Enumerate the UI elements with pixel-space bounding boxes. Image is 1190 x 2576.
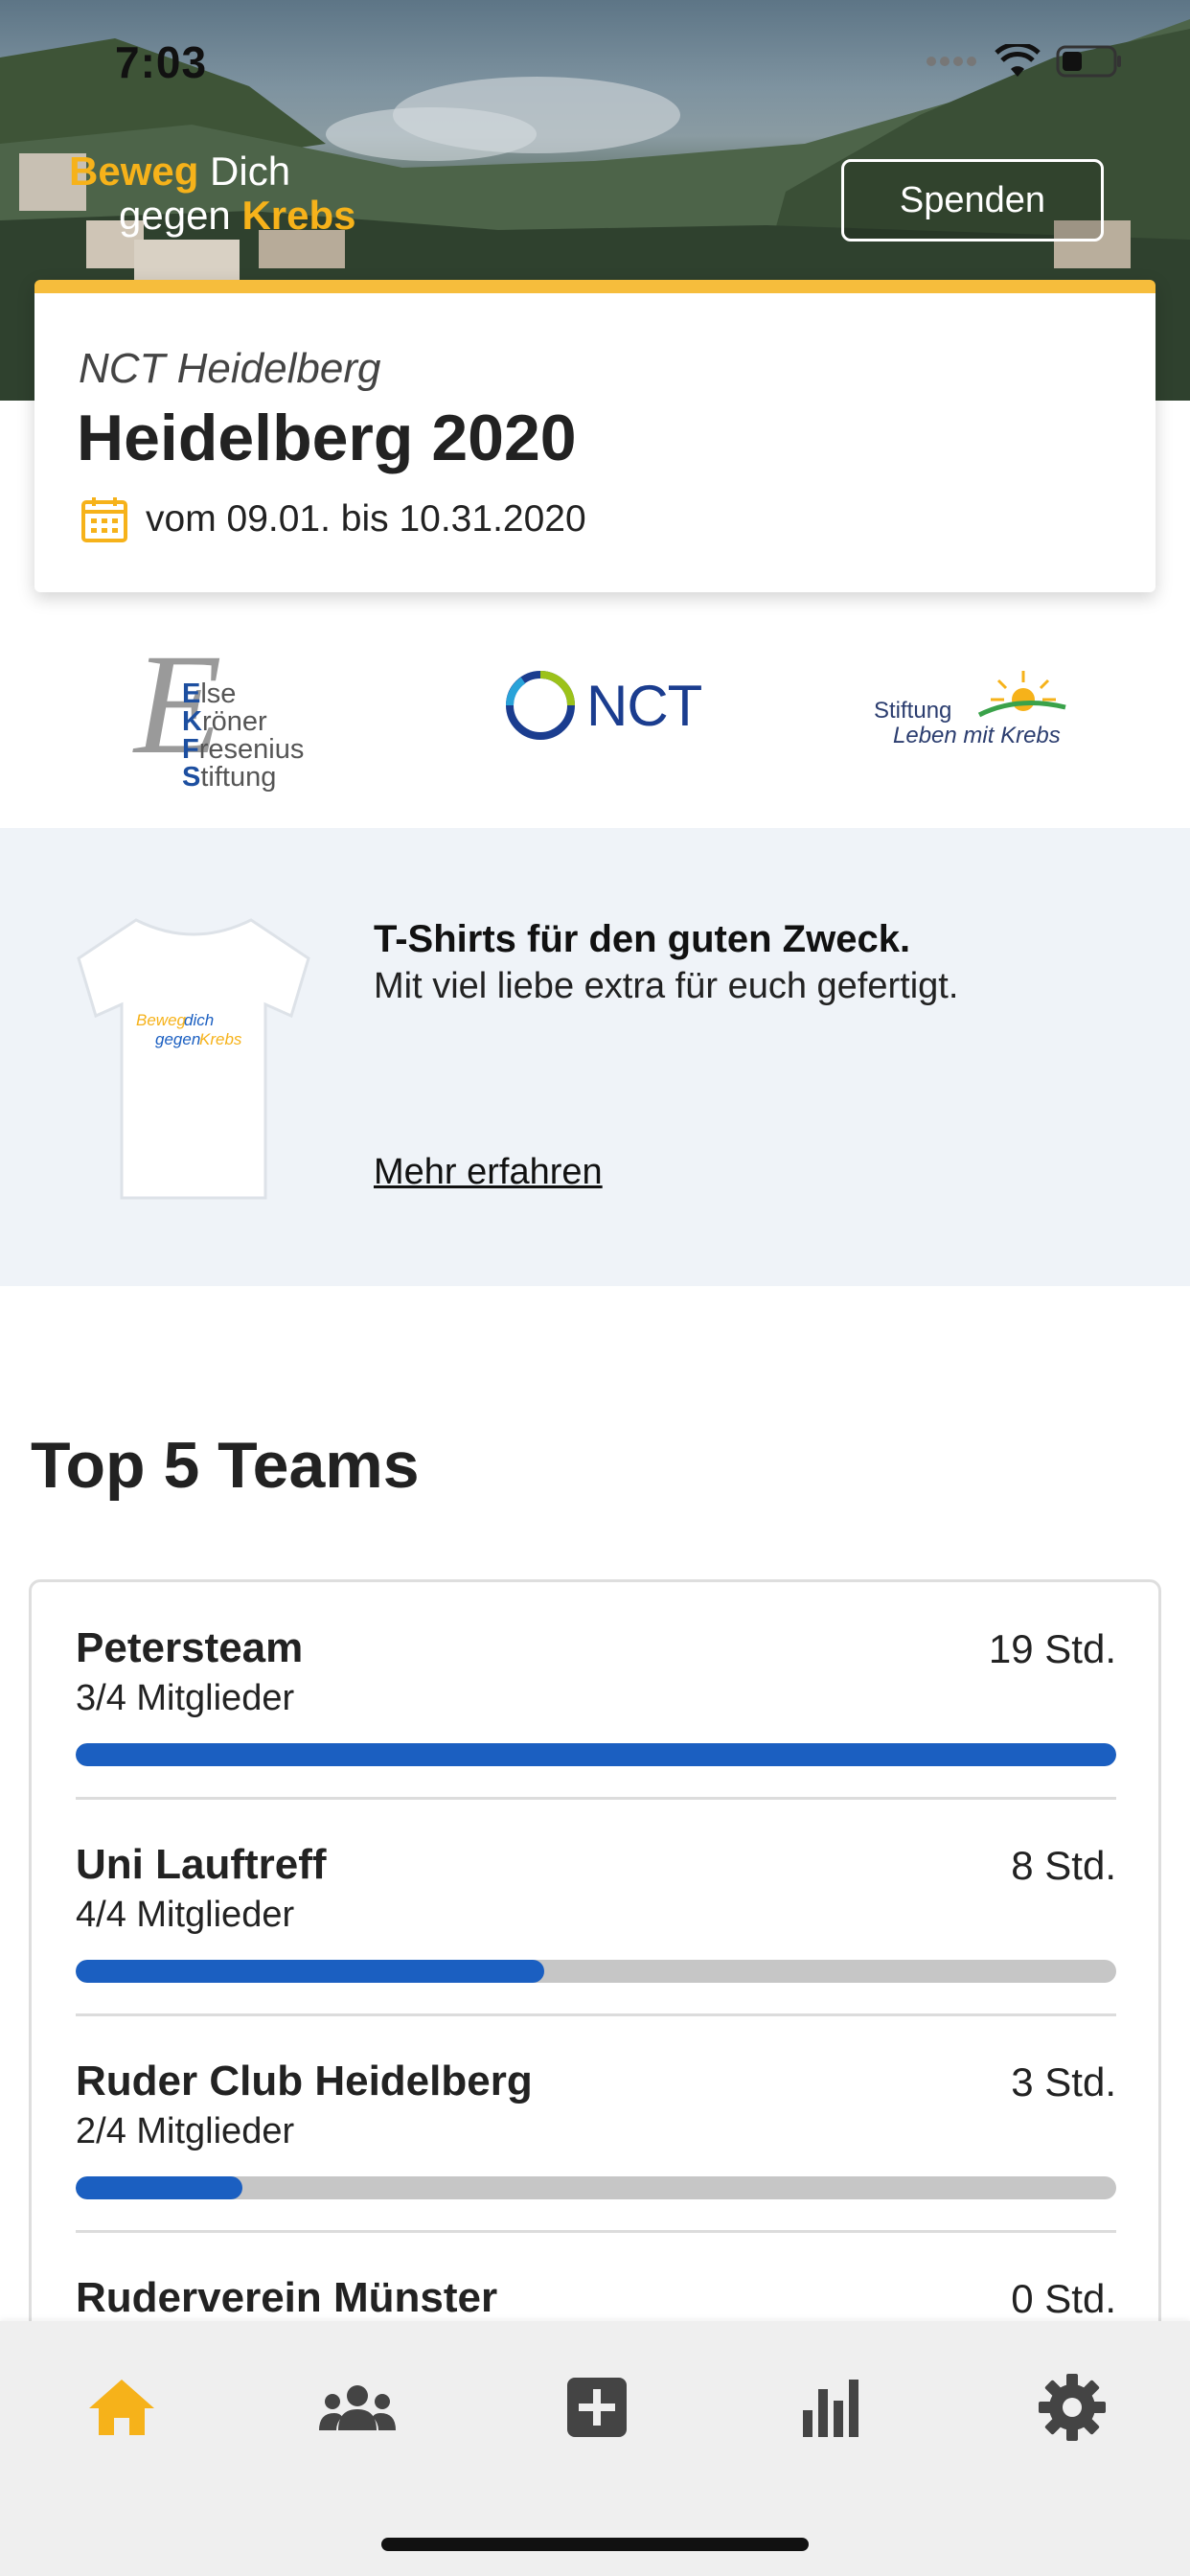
tab-statistics[interactable] xyxy=(780,2359,885,2455)
tshirt-image: Beweg dich gegen Krebs xyxy=(77,918,310,1200)
shirt-print: gegen xyxy=(155,1030,200,1048)
team-icon xyxy=(319,2385,396,2430)
nct-ring-icon xyxy=(506,671,575,740)
team-members: 3/4 Mitglieder xyxy=(76,1678,295,1718)
shirt-print: dich xyxy=(184,1011,214,1029)
logo-text: Krebs xyxy=(241,193,356,238)
team-hours: 8 Std. xyxy=(1011,1843,1116,1888)
promo-heading: T-Shirts für den guten Zweck. xyxy=(374,918,911,960)
add-icon xyxy=(567,2378,627,2437)
team-hours: 3 Std. xyxy=(1011,2059,1116,2104)
logo-text: gegen xyxy=(119,193,231,238)
stats-icon xyxy=(803,2380,858,2437)
shirt-print: Krebs xyxy=(199,1030,242,1048)
nct-logo[interactable]: NCT xyxy=(502,667,702,744)
team-progress-bar xyxy=(76,1743,1116,1766)
nct-logo-text: NCT xyxy=(586,673,702,738)
team-name: Uni Lauftreff xyxy=(76,1841,327,1888)
event-organizer: NCT Heidelberg xyxy=(79,345,381,392)
battery-icon xyxy=(1056,45,1121,78)
stiftung-leben-mit-krebs-logo[interactable]: Stiftung Leben mit Krebs xyxy=(874,667,1075,772)
team-progress-fill xyxy=(76,1743,1116,1766)
ekfs-text: Else Kröner Fresenius Stiftung xyxy=(182,680,304,792)
logo-text: tiftung xyxy=(200,762,277,793)
tab-settings[interactable] xyxy=(1019,2359,1125,2455)
home-indicator xyxy=(381,2538,809,2551)
wifi-icon xyxy=(995,44,1041,77)
logo-text: K xyxy=(182,706,202,737)
learn-more-link[interactable]: Mehr erfahren xyxy=(374,1152,603,1193)
event-card[interactable]: NCT Heidelberg Heidelberg 2020 vom 09.01… xyxy=(34,280,1156,592)
team-name: Ruderverein Münster xyxy=(76,2274,498,2321)
app-logo: Beweg Dich gegen Krebs xyxy=(69,150,356,238)
slmk-line2: Leben mit Krebs xyxy=(893,723,1061,748)
team-members: 2/4 Mitglieder xyxy=(76,2111,295,2151)
sponsor-logos: E Else Kröner Fresenius Stiftung NCT Sti… xyxy=(0,613,1190,805)
logo-text: E xyxy=(182,678,201,709)
signal-icon xyxy=(927,57,976,66)
team-name: Petersteam xyxy=(76,1624,304,1671)
logo-text: röner xyxy=(201,706,267,737)
team-row[interactable]: Ruder Club Heidelberg 2/4 Mitglieder 3 S… xyxy=(76,2015,1116,2233)
team-progress-fill xyxy=(76,1960,544,1983)
tab-teams[interactable] xyxy=(305,2359,410,2455)
shirt-print: Beweg xyxy=(136,1011,187,1029)
donate-button[interactable]: Spenden xyxy=(841,159,1104,242)
ekfs-logo[interactable]: E Else Kröner Fresenius Stiftung xyxy=(134,632,326,795)
tab-add[interactable] xyxy=(544,2359,650,2455)
promo-subtext: Mit viel liebe extra für euch gefertigt. xyxy=(374,966,959,1006)
calendar-icon xyxy=(81,497,127,542)
logo-text: lse xyxy=(200,678,237,709)
team-progress-bar xyxy=(76,2176,1116,2199)
logo-text: Beweg xyxy=(69,149,199,194)
logo-text: F xyxy=(182,734,199,765)
team-name: Ruder Club Heidelberg xyxy=(76,2058,533,2104)
team-members: 4/4 Mitglieder xyxy=(76,1895,295,1935)
status-time: 7:03 xyxy=(115,37,208,87)
logo-text: resenius xyxy=(198,734,305,765)
event-date-text: vom 09.01. bis 10.31.2020 xyxy=(146,498,586,540)
tab-home[interactable] xyxy=(69,2359,174,2455)
sun-icon xyxy=(977,671,1066,718)
team-row[interactable]: Petersteam 3/4 Mitglieder 19 Std. xyxy=(76,1582,1116,1800)
logo-text: Dich xyxy=(210,149,291,194)
settings-icon xyxy=(1039,2374,1106,2441)
app-screen: 7:03 Beweg Dich gegen Krebs Spenden NCT … xyxy=(0,0,1190,2576)
team-progress-bar xyxy=(76,1960,1116,1983)
tshirt-promo-banner: Beweg dich gegen Krebs T-Shirts für den … xyxy=(0,828,1190,1286)
home-icon xyxy=(89,2380,154,2435)
status-icons xyxy=(926,44,1123,79)
event-title: Heidelberg 2020 xyxy=(77,402,577,474)
logo-text: S xyxy=(182,762,201,793)
slmk-line1: Stiftung xyxy=(874,698,952,724)
section-title: Top 5 Teams xyxy=(31,1429,420,1502)
team-hours: 19 Std. xyxy=(988,1626,1116,1671)
team-hours: 0 Std. xyxy=(1011,2276,1116,2321)
event-date-row: vom 09.01. bis 10.31.2020 xyxy=(80,494,586,544)
team-row[interactable]: Uni Lauftreff 4/4 Mitglieder 8 Std. xyxy=(76,1799,1116,2016)
team-progress-fill xyxy=(76,2176,242,2199)
